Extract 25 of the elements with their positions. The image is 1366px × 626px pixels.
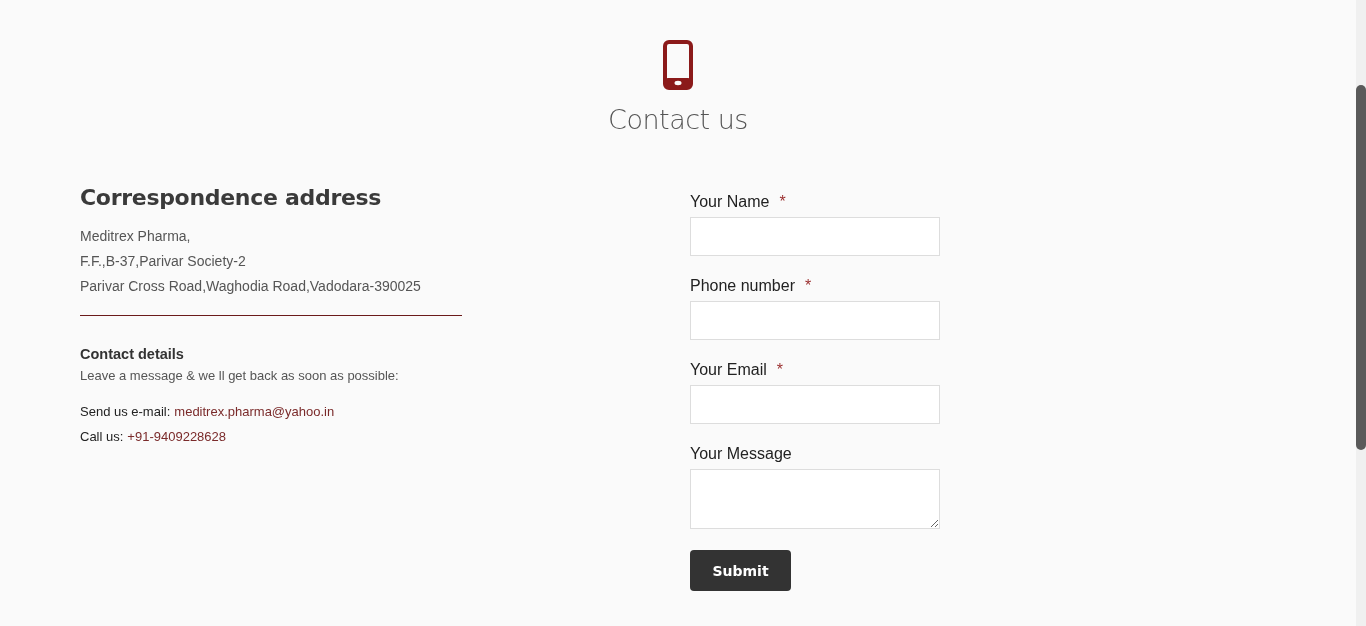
- section-heading: Correspondence address: [80, 185, 383, 210]
- required-mark: *: [776, 361, 783, 379]
- field-label: Your Message: [690, 445, 792, 463]
- field-label: Phone number: [690, 277, 795, 295]
- submit-button[interactable]: Submit: [690, 550, 791, 591]
- contact-link[interactable]: +91-9409228628: [127, 424, 227, 449]
- section-heading: Contact details: [80, 346, 185, 362]
- text-field[interactable]: [690, 301, 940, 340]
- address-line: F.F.,B-37,Parivar Society-2: [80, 252, 247, 271]
- message-field[interactable]: [690, 469, 940, 529]
- scrollbar[interactable]: [1356, 0, 1366, 626]
- required-mark: *: [804, 277, 812, 295]
- contact-label: Send us e-mail:: [80, 403, 171, 421]
- smartphone-icon: [663, 40, 693, 90]
- required-mark: *: [779, 193, 786, 211]
- field-label: Your Name: [690, 193, 770, 211]
- contact-note: Leave a message & we ll get back as soon as possible:: [80, 368, 400, 383]
- address-line: Parivar Cross Road,Waghodia Road,Vadodara-390025: [80, 277, 422, 296]
- field-label: Your Email: [690, 361, 767, 379]
- contact-link[interactable]: meditrex.pharma@yahoo.in: [174, 399, 335, 424]
- address-line: Meditrex Pharma,: [80, 227, 192, 246]
- text-field[interactable]: [690, 217, 940, 256]
- contact-label: Call us:: [80, 428, 124, 446]
- page-title: Contact us: [608, 104, 748, 135]
- text-field[interactable]: [690, 385, 940, 424]
